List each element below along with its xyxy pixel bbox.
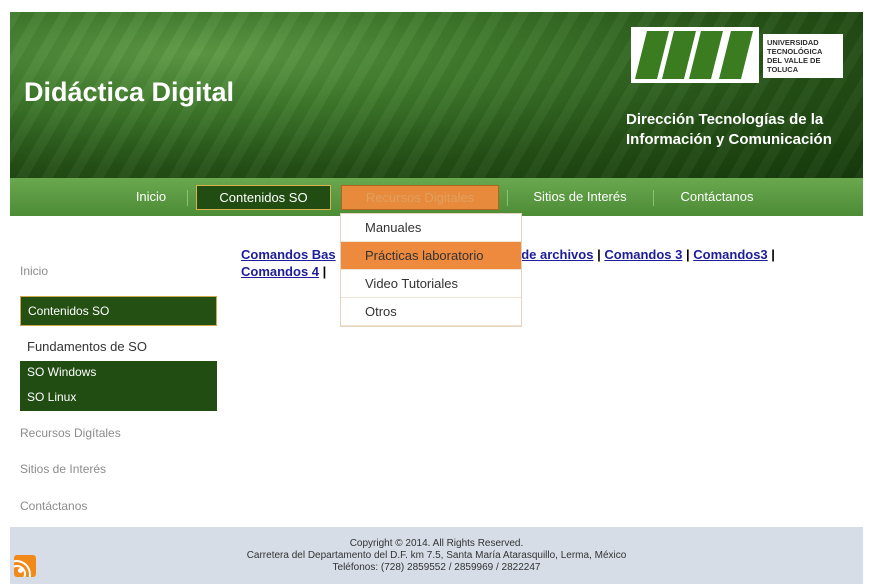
department-name: Dirección Tecnologías de la Información … [626, 110, 832, 150]
university-line3: DEL VALLE DE TOLUCA [767, 56, 821, 74]
nav-inicio[interactable]: Inicio [122, 185, 180, 210]
sidebar-item-sitios-interes[interactable]: Sitios de Interés [20, 462, 106, 476]
link-separator: | [597, 247, 601, 262]
nav-separator [507, 190, 508, 206]
dropdown-item-manuales[interactable]: Manuales [341, 214, 521, 242]
nav-separator [187, 190, 188, 206]
utvt-logo-mark [631, 27, 759, 83]
content-links: Comandos Bas anejo de archivos | Comandos… [241, 246, 851, 280]
university-name: UNIVERSIDAD TECNOLÓGICA DEL VALLE DE TOL… [763, 34, 843, 78]
footer-copyright: Copyright © 2014. All Rights Reserved. [349, 538, 524, 549]
dropdown-item-practicas-laboratorio[interactable]: Prácticas laboratorio [341, 242, 521, 270]
link-separator: | [771, 247, 775, 262]
nav-contactanos[interactable]: Contáctanos [662, 185, 772, 210]
footer-phones: Teléfonos: (728) 2859552 / 2859969 / 282… [332, 562, 541, 573]
link-comandos-3[interactable]: Comandos 3 [604, 247, 682, 262]
nav-recursos-digitales[interactable]: Recursos Digitales [341, 185, 499, 210]
sidebar-item-inicio[interactable]: Inicio [20, 264, 48, 278]
sidebar-submenu: SO Windows SO Linux [20, 361, 217, 411]
sidebar-item-fundamentos-so[interactable]: Fundamentos de SO [27, 339, 147, 354]
nav-contenidos-so[interactable]: Contenidos SO [196, 185, 331, 210]
sidebar-item-so-linux[interactable]: SO Linux [27, 390, 76, 404]
link-comandos3[interactable]: Comandos3 [693, 247, 767, 262]
sidebar-item-so-windows[interactable]: SO Windows [27, 365, 96, 379]
site-footer: Copyright © 2014. All Rights Reserved. C… [10, 527, 863, 584]
university-logo[interactable]: UNIVERSIDAD TECNOLÓGICA DEL VALLE DE TOL… [631, 27, 843, 83]
page: Didáctica Digital UNIVERSIDAD TECNOLÓGIC… [10, 12, 863, 584]
sidebar-item-recursos-digitales[interactable]: Recursos Digítales [20, 426, 121, 440]
dropdown-item-otros[interactable]: Otros [341, 298, 521, 326]
department-line1: Dirección Tecnologías de la [626, 111, 824, 128]
footer-address: Carretera del Departamento del D.F. km 7… [246, 550, 627, 561]
link-comandos-4[interactable]: Comandos 4 [241, 264, 319, 279]
nav-sitios-interes[interactable]: Sitios de Interés [515, 185, 645, 210]
site-header: Didáctica Digital UNIVERSIDAD TECNOLÓGIC… [10, 12, 863, 178]
site-title[interactable]: Didáctica Digital [24, 77, 234, 108]
university-line2: TECNOLÓGICA [767, 47, 823, 56]
nav-separator [653, 190, 654, 206]
sidebar-item-contenidos-so[interactable]: Contenidos SO [20, 296, 217, 326]
recursos-dropdown-menu: Manuales Prácticas laboratorio Video Tut… [340, 213, 522, 327]
sidebar-item-contactanos[interactable]: Contáctanos [20, 499, 87, 513]
university-line1: UNIVERSIDAD [767, 38, 819, 47]
link-separator: | [322, 264, 327, 279]
footer-text: Copyright © 2014. All Rights Reserved. C… [10, 538, 863, 574]
link-separator: | [686, 247, 690, 262]
main-nav: Inicio Contenidos SO Recursos Digitales … [10, 178, 863, 216]
department-line2: Información y Comunicación [626, 131, 832, 148]
link-comandos-basicos[interactable]: Comandos Bas [241, 247, 336, 262]
dropdown-item-video-tutoriales[interactable]: Video Tutoriales [341, 270, 521, 298]
